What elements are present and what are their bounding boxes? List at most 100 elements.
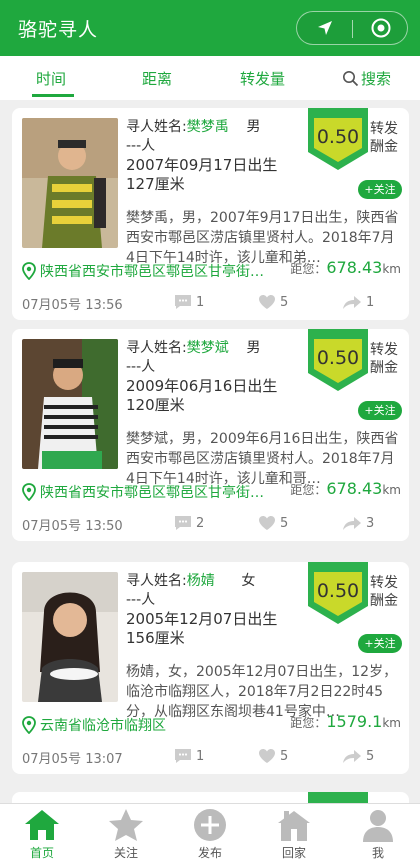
distance-value: 678.43 [326, 479, 383, 498]
reward-label: 转发 酬金 [370, 575, 398, 609]
tab-distance[interactable]: 距离 [142, 68, 172, 89]
share-icon [343, 296, 361, 309]
sort-tabs: 时间 距离 转发量 搜索 [0, 56, 420, 100]
home-icon [25, 810, 59, 840]
person-card[interactable]: 寻人姓名:樊梦禹 男 ---人 2007年09月17日出生 127厘米 0.50… [12, 108, 409, 320]
distance: 距您：1579.1km [290, 712, 401, 731]
distance: 距您：678.43km [290, 479, 401, 498]
person-info: 寻人姓名:杨婧 女 ---人 2005年12月07日出生 156厘米 [126, 572, 304, 648]
distance-value: 1579.1 [326, 712, 383, 731]
reward-value: 0.50 [316, 126, 360, 148]
tab-time[interactable]: 时间 [36, 68, 66, 89]
share-icon [343, 517, 361, 530]
like-count: 5 [280, 748, 289, 764]
comment-icon [175, 295, 191, 309]
follow-button[interactable]: +关注 [358, 634, 402, 653]
post-date: 07月05号 13:07 [22, 752, 123, 767]
person-card[interactable]: 寻人姓名:樊梦斌 男 ---人 2009年06月16日出生 120厘米 0.50… [12, 329, 409, 541]
follow-button[interactable]: +关注 [358, 401, 402, 420]
person-info: 寻人姓名:樊梦斌 男 ---人 2009年06月16日出生 120厘米 [126, 339, 304, 415]
bottom-tab-bar: 首页 关注 发布 回家 我 [0, 803, 420, 863]
share-icon [343, 750, 361, 763]
share-count: 3 [366, 515, 375, 531]
person-name[interactable]: 樊梦禹 [187, 119, 229, 135]
house-icon [278, 811, 310, 841]
tab-search-label: 搜索 [361, 70, 392, 88]
tabbar-publish[interactable]: 发布 [168, 804, 252, 863]
location-link[interactable]: 陕西省西安市鄠邑区鄠邑区甘亭街… [22, 261, 287, 281]
person-birth: 2005年12月07日出生 [126, 610, 278, 628]
share-button[interactable]: 5 [342, 748, 374, 764]
location-link[interactable]: 陕西省西安市鄠邑区鄠邑区甘亭街… [22, 482, 287, 502]
person-gender: 男 [246, 340, 261, 356]
person-card[interactable]: 寻人姓名:杨婧 女 ---人 2005年12月07日出生 156厘米 0.50 … [12, 562, 409, 774]
card-footer: 07月05号 13:50 2 5 3 [12, 509, 409, 541]
reward-label: 转发 酬金 [370, 342, 398, 376]
person-origin: ---人 [126, 592, 156, 608]
mini-program-capsule [296, 11, 408, 45]
like-button[interactable]: 5 [258, 515, 288, 531]
search-icon [343, 71, 359, 87]
like-count: 5 [280, 294, 289, 310]
plus-circle-icon [194, 809, 226, 841]
name-prefix: 寻人姓名: [126, 119, 187, 135]
reward-value: 0.50 [316, 347, 360, 369]
name-prefix: 寻人姓名: [126, 340, 187, 356]
location-arrow-icon[interactable] [297, 12, 352, 44]
share-button[interactable]: 1 [342, 294, 374, 310]
comment-count: 2 [196, 515, 205, 531]
tab-search[interactable]: 搜索 [342, 68, 391, 89]
comment-count: 1 [196, 294, 205, 310]
person-height: 156厘米 [126, 629, 185, 647]
map-pin-icon [22, 262, 36, 280]
active-tab-indicator [32, 94, 74, 97]
card-footer: 07月05号 13:56 1 5 1 [12, 288, 409, 320]
tabbar-go-home[interactable]: 回家 [252, 804, 336, 863]
reward-label: 转发 酬金 [370, 121, 398, 155]
person-photo[interactable] [22, 572, 118, 702]
person-photo[interactable] [22, 118, 118, 248]
heart-icon [259, 749, 275, 763]
follow-button[interactable]: +关注 [358, 180, 402, 199]
person-name[interactable]: 樊梦斌 [187, 340, 229, 356]
comment-button[interactable]: 1 [174, 748, 204, 764]
tabbar-follow[interactable]: 关注 [84, 804, 168, 863]
location-link[interactable]: 云南省临沧市临翔区 [22, 715, 287, 735]
person-gender: 女 [241, 573, 256, 589]
person-height: 120厘米 [126, 396, 185, 414]
like-count: 5 [280, 515, 289, 531]
person-name[interactable]: 杨婧 [187, 573, 215, 589]
like-button[interactable]: 5 [258, 748, 288, 764]
person-birth: 2009年06月16日出生 [126, 377, 278, 395]
person-gender: 男 [246, 119, 261, 135]
distance: 距您：678.43km [290, 258, 401, 277]
app-title: 骆驼寻人 [18, 19, 99, 41]
tabbar-me[interactable]: 我 [336, 804, 420, 863]
reward-value: 0.50 [316, 580, 360, 602]
person-photo[interactable] [22, 339, 118, 469]
comment-icon [175, 749, 191, 763]
tab-shares[interactable]: 转发量 [240, 68, 285, 89]
close-target-icon[interactable] [353, 12, 408, 44]
comment-button[interactable]: 1 [174, 294, 204, 310]
name-prefix: 寻人姓名: [126, 573, 187, 589]
map-pin-icon [22, 716, 36, 734]
person-origin: ---人 [126, 359, 156, 375]
like-button[interactable]: 5 [258, 294, 288, 310]
share-button[interactable]: 3 [342, 515, 374, 531]
post-date: 07月05号 13:50 [22, 519, 123, 534]
share-count: 1 [366, 294, 375, 310]
map-pin-icon [22, 483, 36, 501]
heart-icon [259, 295, 275, 309]
location-text: 云南省临沧市临翔区 [40, 718, 166, 734]
comment-button[interactable]: 2 [174, 515, 204, 531]
person-info: 寻人姓名:樊梦禹 男 ---人 2007年09月17日出生 127厘米 [126, 118, 304, 194]
location-text: 陕西省西安市鄠邑区鄠邑区甘亭街… [40, 264, 264, 280]
comment-icon [175, 516, 191, 530]
star-icon [109, 809, 143, 841]
top-bar: 骆驼寻人 [0, 0, 420, 56]
post-date: 07月05号 13:56 [22, 298, 123, 313]
user-icon [363, 810, 393, 842]
tabbar-home[interactable]: 首页 [0, 804, 84, 863]
share-count: 5 [366, 748, 375, 764]
